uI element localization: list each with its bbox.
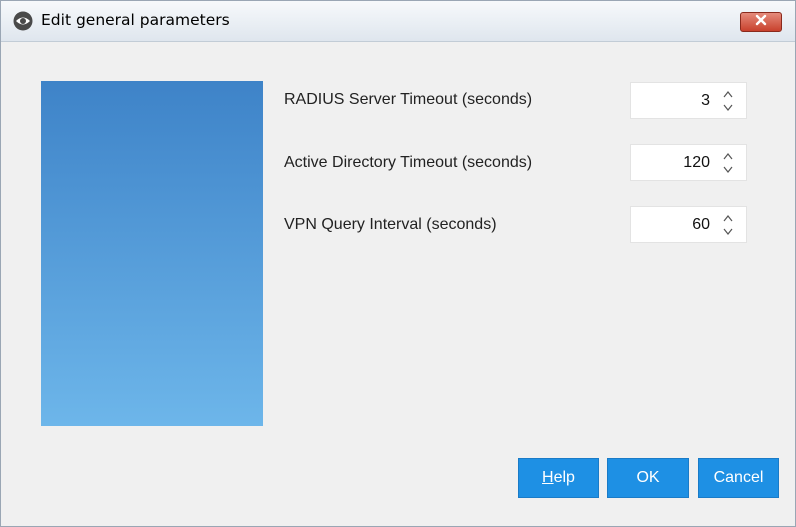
ok-button[interactable]: OK bbox=[607, 458, 689, 498]
spinner-arrows-icon[interactable] bbox=[722, 89, 734, 113]
side-banner-panel bbox=[41, 81, 263, 426]
close-icon bbox=[755, 13, 767, 31]
ad-timeout-label: Active Directory Timeout (seconds) bbox=[284, 154, 533, 171]
vpn-interval-spinner[interactable]: 60 bbox=[630, 206, 747, 243]
vpn-interval-value[interactable]: 60 bbox=[692, 216, 710, 234]
spinner-arrows-icon[interactable] bbox=[722, 213, 734, 237]
help-label-rest: elp bbox=[553, 469, 575, 486]
close-button[interactable] bbox=[740, 12, 782, 32]
ad-timeout-spinner[interactable]: 120 bbox=[630, 144, 747, 181]
help-mnemonic: H bbox=[542, 469, 554, 486]
cancel-button[interactable]: Cancel bbox=[698, 458, 779, 498]
ad-timeout-value[interactable]: 120 bbox=[683, 154, 710, 172]
eye-icon bbox=[13, 11, 33, 31]
window-title: Edit general parameters bbox=[41, 11, 230, 29]
spinner-arrows-icon[interactable] bbox=[722, 151, 734, 175]
radius-timeout-spinner[interactable]: 3 bbox=[630, 82, 747, 119]
radius-timeout-label: RADIUS Server Timeout (seconds) bbox=[284, 91, 533, 108]
radius-timeout-value[interactable]: 3 bbox=[701, 92, 710, 110]
help-button[interactable]: Help bbox=[518, 458, 599, 498]
dialog-window: Edit general parameters RADIUS Server Ti… bbox=[0, 0, 796, 527]
vpn-interval-label: VPN Query Interval (seconds) bbox=[284, 216, 497, 233]
title-bar: Edit general parameters bbox=[1, 1, 795, 42]
